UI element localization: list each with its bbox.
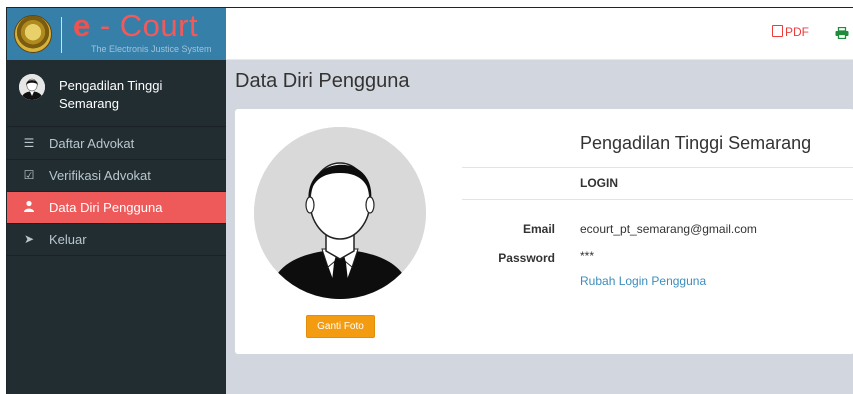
sidebar-item-label: Daftar Advokat — [49, 136, 135, 151]
sidebar-item-keluar[interactable]: ➤ Keluar — [7, 224, 226, 256]
email-value: ecourt_pt_semarang@gmail.com — [580, 222, 757, 236]
page-title: Data Diri Pengguna — [235, 70, 410, 92]
user-silhouette-icon — [19, 74, 45, 100]
change-photo-button[interactable]: Ganti Foto — [306, 315, 375, 338]
user-icon — [22, 192, 36, 223]
divider — [462, 167, 853, 168]
app-title: e - Court — [73, 8, 198, 44]
print-icon[interactable] — [835, 27, 849, 39]
sign-out-icon: ➤ — [23, 232, 35, 246]
app-title-e: e — [73, 8, 91, 43]
sidebar-item-label: Verifikasi Advokat — [49, 168, 151, 183]
app-subtitle: The Electronis Justice System — [91, 44, 212, 54]
profile-card: Ganti Foto Pengadilan Tinggi Semarang LO… — [235, 109, 853, 354]
user-silhouette-icon — [254, 127, 426, 299]
list-icon: ☰ — [23, 136, 35, 150]
app-frame: e - Court The Electronis Justice System … — [6, 7, 853, 394]
court-emblem-icon — [14, 15, 52, 53]
password-label: Password — [498, 251, 555, 265]
logo-area[interactable]: e - Court The Electronis Justice System — [7, 8, 226, 60]
menu-divider — [7, 126, 226, 127]
app-title-rest: - Court — [90, 8, 199, 43]
sidebar-item-label: Data Diri Pengguna — [49, 200, 163, 215]
sidebar-item-daftar-advokat[interactable]: ☰ Daftar Advokat — [7, 128, 226, 160]
profile-photo — [254, 127, 426, 299]
user-name: Pengadilan Tinggi Semarang — [59, 78, 163, 111]
password-value: *** — [580, 249, 595, 263]
sidebar: e - Court The Electronis Justice System … — [7, 8, 226, 394]
sidebar-item-verifikasi-advokat[interactable]: ☑ Verifikasi Advokat — [7, 160, 226, 192]
user-panel: Pengadilan Tinggi Semarang — [7, 60, 226, 126]
change-login-link[interactable]: Rubah Login Pengguna — [580, 274, 706, 288]
pdf-button[interactable]: PDF — [772, 25, 809, 39]
court-name: Pengadilan Tinggi Semarang — [580, 133, 812, 153]
email-label: Email — [522, 222, 555, 236]
section-heading-login: LOGIN — [580, 176, 618, 190]
sidebar-item-data-diri-pengguna[interactable]: Data Diri Pengguna — [7, 192, 226, 224]
sidebar-menu: ☰ Daftar Advokat ☑ Verifikasi Advokat Da… — [7, 128, 226, 256]
sidebar-item-label: Keluar — [49, 232, 87, 247]
pdf-icon — [772, 25, 783, 37]
logo-divider — [61, 17, 62, 53]
divider — [462, 199, 853, 200]
pdf-label: PDF — [785, 25, 809, 39]
top-navbar: PDF — [226, 8, 853, 60]
avatar — [19, 74, 45, 100]
check-square-icon: ☑ — [23, 168, 35, 182]
